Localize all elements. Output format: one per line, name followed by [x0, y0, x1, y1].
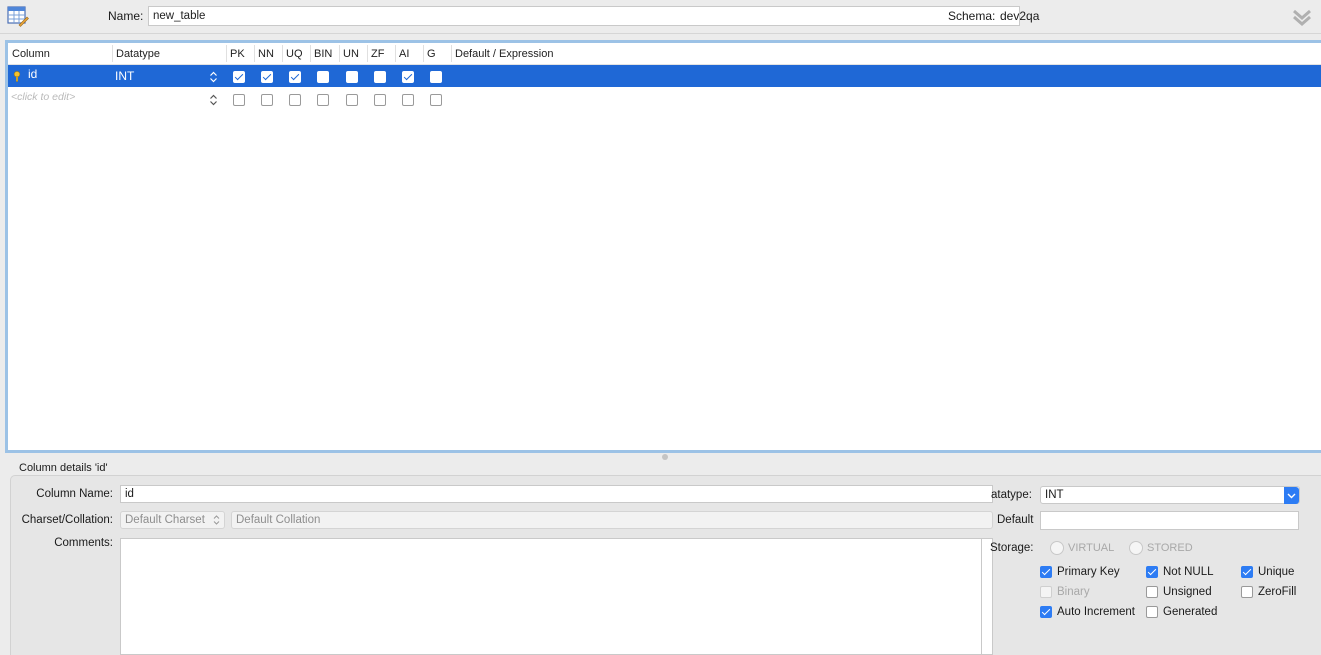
table-row[interactable]: id INT: [8, 65, 1321, 87]
collapse-chevron-icon[interactable]: [1292, 8, 1312, 26]
nn-checkbox[interactable]: [261, 94, 273, 106]
header-g[interactable]: G: [427, 48, 436, 62]
unique-label: Unique: [1258, 566, 1295, 578]
grid-header: Column Datatype PK NN UQ BIN UN ZF AI G …: [8, 43, 1321, 65]
bin-checkbox[interactable]: [317, 71, 329, 83]
primary-key-checkbox[interactable]: [1040, 566, 1052, 578]
auto-increment-checkbox[interactable]: [1040, 606, 1052, 618]
table-row[interactable]: <click to edit>: [8, 88, 1321, 110]
virtual-radio[interactable]: [1050, 541, 1064, 555]
pk-checkbox[interactable]: [233, 94, 245, 106]
header-un[interactable]: UN: [343, 48, 359, 62]
splitter-handle[interactable]: [662, 454, 668, 460]
uq-checkbox[interactable]: [289, 71, 301, 83]
not-null-label: Not NULL: [1163, 566, 1214, 578]
header-default-expression[interactable]: Default / Expression: [455, 48, 553, 62]
auto-increment-label: Auto Increment: [1057, 606, 1135, 618]
header-zf[interactable]: ZF: [371, 48, 384, 62]
unsigned-label: Unsigned: [1163, 586, 1212, 598]
bin-checkbox[interactable]: [317, 94, 329, 106]
column-name-cell[interactable]: id: [28, 67, 37, 81]
comments-scrollbar[interactable]: [982, 538, 993, 655]
comments-textarea[interactable]: [120, 538, 982, 655]
column-details-title: Column details 'id': [19, 462, 108, 474]
charset-collation-label: Charset/Collation:: [21, 514, 113, 526]
not-null-checkbox[interactable]: [1146, 566, 1158, 578]
default-input[interactable]: [1040, 511, 1299, 530]
header-column[interactable]: Column: [12, 48, 50, 62]
default-label: Default: [997, 514, 1034, 526]
zf-checkbox[interactable]: [374, 94, 386, 106]
zf-checkbox[interactable]: [374, 71, 386, 83]
collation-select[interactable]: Default Collation: [231, 511, 993, 529]
column-name-input[interactable]: id: [120, 485, 993, 503]
datatype-cell[interactable]: INT: [115, 69, 134, 83]
columns-grid[interactable]: Column Datatype PK NN UQ BIN UN ZF AI G …: [5, 40, 1321, 453]
header-ai[interactable]: AI: [399, 48, 409, 62]
datatype-label: atatype:: [991, 489, 1032, 501]
uq-checkbox[interactable]: [289, 94, 301, 106]
datatype-stepper-icon[interactable]: [209, 94, 218, 106]
virtual-radio-label: VIRTUAL: [1068, 542, 1115, 554]
name-label: Name:: [108, 9, 144, 23]
zerofill-checkbox[interactable]: [1241, 586, 1253, 598]
charset-select-value: Default Charset: [125, 514, 205, 526]
header-pk[interactable]: PK: [230, 48, 245, 62]
table-name-input[interactable]: new_table: [148, 6, 1020, 26]
pk-checkbox[interactable]: [233, 71, 245, 83]
binary-checkbox[interactable]: [1040, 586, 1052, 598]
zerofill-label: ZeroFill: [1258, 586, 1297, 598]
charset-select[interactable]: Default Charset: [120, 511, 225, 529]
unique-checkbox[interactable]: [1241, 566, 1253, 578]
dropdown-chevron-icon[interactable]: [1284, 487, 1299, 504]
generated-checkbox[interactable]: [1146, 606, 1158, 618]
un-checkbox[interactable]: [346, 71, 358, 83]
g-checkbox[interactable]: [430, 71, 442, 83]
header-datatype[interactable]: Datatype: [116, 48, 160, 62]
header-uq[interactable]: UQ: [286, 48, 303, 62]
g-checkbox[interactable]: [430, 94, 442, 106]
generated-label: Generated: [1163, 606, 1218, 618]
column-name-label: Column Name:: [36, 488, 113, 500]
un-checkbox[interactable]: [346, 94, 358, 106]
unsigned-checkbox[interactable]: [1146, 586, 1158, 598]
charset-stepper-icon: [213, 515, 220, 528]
stored-radio[interactable]: [1129, 541, 1143, 555]
primary-key-icon: [13, 71, 21, 85]
table-editor-icon: [7, 5, 29, 27]
nn-checkbox[interactable]: [261, 71, 273, 83]
header-nn[interactable]: NN: [258, 48, 274, 62]
datatype-select[interactable]: INT: [1040, 486, 1300, 504]
storage-label: Storage:: [990, 542, 1034, 554]
new-column-placeholder[interactable]: <click to edit>: [11, 91, 75, 103]
ai-checkbox[interactable]: [402, 94, 414, 106]
primary-key-label: Primary Key: [1057, 566, 1120, 578]
ai-checkbox[interactable]: [402, 71, 414, 83]
binary-label: Binary: [1057, 586, 1090, 598]
schema-value: dev2qa: [1000, 9, 1040, 23]
datatype-stepper-icon[interactable]: [209, 71, 218, 83]
comments-label: Comments:: [54, 537, 113, 549]
header-bin[interactable]: BIN: [314, 48, 332, 62]
datatype-select-value: INT: [1045, 489, 1064, 501]
stored-radio-label: STORED: [1147, 542, 1193, 554]
schema-label: Schema:: [948, 9, 996, 23]
collation-select-value: Default Collation: [236, 514, 321, 526]
